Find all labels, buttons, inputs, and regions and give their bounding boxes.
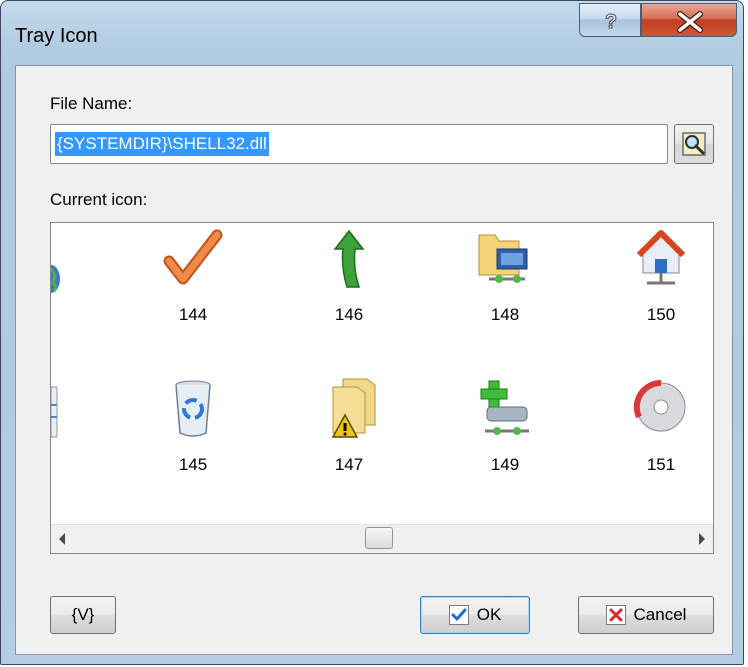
- icon-cell[interactable]: 144: [133, 227, 253, 357]
- file-name-label: File Name:: [50, 94, 133, 113]
- dialog-body: File Name: {SYSTEMDIR}\SHELL32.dll Curre…: [15, 65, 733, 655]
- icon-number: 146: [334, 305, 364, 324]
- scroll-right-arrow-icon[interactable]: [699, 533, 705, 545]
- help-icon: ?: [604, 11, 617, 34]
- icon-cell[interactable]: 150: [601, 227, 713, 357]
- icon-number: 147: [334, 455, 364, 474]
- variables-button[interactable]: {V}: [50, 596, 116, 634]
- network-home-icon: [636, 230, 686, 285]
- variables-button-label: {V}: [71, 605, 95, 624]
- browse-magnifier-icon: [682, 132, 706, 156]
- horizontal-scrollbar[interactable]: [51, 524, 713, 553]
- cancel-button-label: Cancel: [633, 605, 687, 624]
- icon-number: 149: [490, 455, 520, 474]
- folder-warning-icon: [331, 378, 376, 438]
- cd-disc-icon: [633, 379, 686, 432]
- x-mark-icon: [605, 605, 626, 625]
- up-arrow-icon: [333, 229, 365, 288]
- add-network-drive-icon: [480, 380, 529, 435]
- ok-button-label: OK: [476, 605, 502, 624]
- scroll-thumb[interactable]: [365, 527, 393, 549]
- icon-number: 150: [646, 305, 676, 324]
- scroll-left-arrow-icon[interactable]: [59, 533, 65, 545]
- cancel-button[interactable]: Cancel: [578, 596, 714, 634]
- icon-cell[interactable]: 146: [289, 227, 409, 357]
- icon-list[interactable]: 144 146 148 150 145 147 149 151: [50, 222, 714, 554]
- globe-icon: [51, 265, 60, 293]
- icon-cell[interactable]: 151: [601, 377, 713, 507]
- document-icon: [51, 386, 58, 438]
- recycle-bin-icon: [175, 380, 211, 437]
- icon-number: 145: [178, 455, 208, 474]
- help-button[interactable]: ?: [579, 3, 641, 37]
- browse-button[interactable]: [674, 124, 714, 164]
- check-mark-icon: [163, 229, 223, 285]
- close-button[interactable]: [641, 3, 737, 37]
- title-bar[interactable]: Tray Icon ?: [1, 1, 743, 61]
- checkmark-icon: [448, 605, 469, 625]
- icon-cell[interactable]: 149: [445, 377, 565, 507]
- icon-cell[interactable]: 147: [289, 377, 409, 507]
- ok-button[interactable]: OK: [420, 596, 530, 634]
- svg-text:?: ?: [605, 11, 617, 33]
- close-icon: [677, 11, 703, 33]
- icon-number: 148: [490, 305, 520, 324]
- network-folder-icon: [478, 234, 528, 283]
- window-title: Tray Icon: [15, 25, 98, 47]
- icon-cell[interactable]: 145: [133, 377, 253, 507]
- file-name-input[interactable]: {SYSTEMDIR}\SHELL32.dll: [50, 124, 668, 164]
- dialog-window: Tray Icon ? File Name: {SYSTEMDIR}\SHELL…: [0, 0, 744, 665]
- icon-number: 144: [178, 305, 208, 324]
- current-icon-label: Current icon:: [50, 190, 148, 209]
- file-name-value: {SYSTEMDIR}\SHELL32.dll: [55, 132, 269, 156]
- icon-cell[interactable]: 148: [445, 227, 565, 357]
- icon-number: 151: [646, 455, 676, 474]
